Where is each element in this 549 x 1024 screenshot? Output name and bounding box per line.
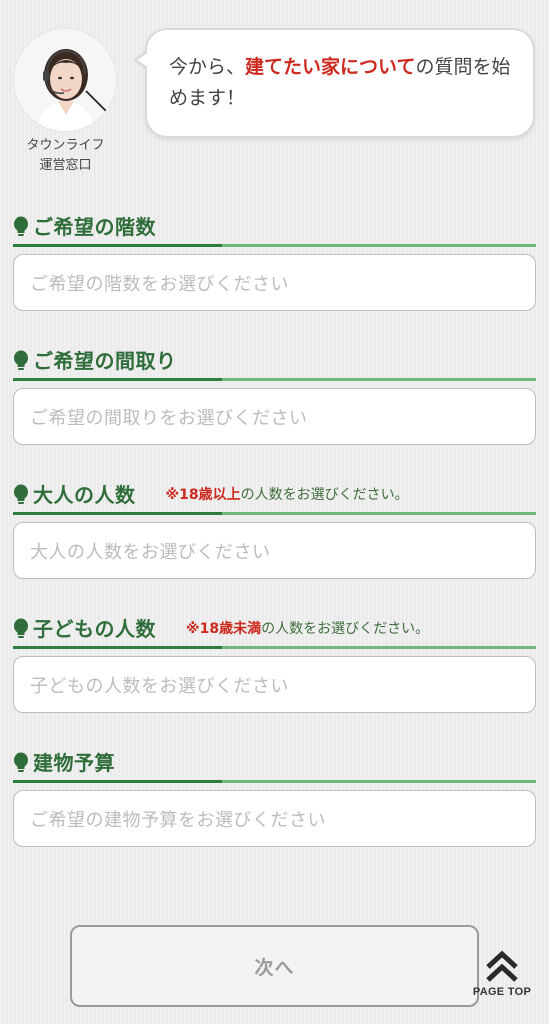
- floors-select[interactable]: ご希望の階数をお選びください: [13, 254, 536, 311]
- layout-select-placeholder: ご希望の間取りをお選びください: [30, 407, 308, 429]
- operator-photo: [14, 29, 116, 131]
- double-chevron-up-icon: [486, 950, 518, 982]
- lightbulb-icon: [14, 484, 28, 504]
- layout-select[interactable]: ご希望の間取りをお選びください: [13, 388, 536, 445]
- budget-select[interactable]: ご希望の建物予算をお選びください: [13, 790, 536, 847]
- operator-avatar: [13, 28, 117, 132]
- operator-name-line2: 運営窓口: [39, 158, 92, 173]
- operator-card: タウンライフ 運営窓口: [13, 28, 118, 176]
- note-rest-children: の人数をお選びください。: [261, 621, 430, 637]
- section-title-floors: ご希望の階数: [33, 215, 156, 239]
- section-floors: ご希望の階数 ご希望の階数をお選びください: [13, 210, 536, 311]
- section-note-adults: ※18歳以上の人数をお選びください。: [166, 482, 409, 508]
- children-select[interactable]: 子どもの人数をお選びください: [13, 656, 536, 713]
- note-red-adults: ※18歳以上: [165, 487, 241, 503]
- section-adults: 大人の人数 ※18歳以上の人数をお選びください。 大人の人数をお選びください: [13, 478, 536, 579]
- note-rest-adults: の人数をお選びください。: [240, 487, 409, 503]
- lightbulb-icon: [14, 216, 28, 236]
- speech-bubble: 今から、建てたい家についての質問を始めます！: [133, 28, 535, 138]
- section-title-children: 子どもの人数: [33, 617, 156, 641]
- section-title-budget: 建物予算: [33, 751, 115, 775]
- section-divider: [13, 378, 536, 381]
- bubble-text-before: 今から、: [169, 56, 246, 78]
- lightbulb-icon: [14, 350, 28, 370]
- section-title-layout: ご希望の間取り: [33, 349, 177, 373]
- lightbulb-icon: [14, 618, 28, 638]
- next-button[interactable]: 次へ: [70, 925, 479, 1007]
- operator-name-line1: タウンライフ: [26, 138, 105, 153]
- section-children: 子どもの人数 ※18歳未満の人数をお選びください。 子どもの人数をお選びください: [13, 612, 536, 713]
- section-note-children: ※18歳未満の人数をお選びください。: [186, 616, 429, 642]
- section-title-adults: 大人の人数: [33, 483, 136, 507]
- note-red-children: ※18歳未満: [186, 621, 262, 637]
- section-layout: ご希望の間取り ご希望の間取りをお選びください: [13, 344, 536, 445]
- page-top-label: PAGE TOP: [472, 986, 532, 998]
- section-divider: [13, 512, 536, 515]
- section-budget: 建物予算 ご希望の建物予算をお選びください: [13, 746, 536, 847]
- section-divider: [13, 646, 536, 649]
- adults-select-placeholder: 大人の人数をお選びください: [30, 541, 271, 563]
- operator-name: タウンライフ 運営窓口: [13, 136, 118, 176]
- children-select-placeholder: 子どもの人数をお選びください: [30, 675, 289, 697]
- bubble-text-highlight: 建てたい家について: [245, 56, 416, 78]
- lightbulb-icon: [14, 752, 28, 772]
- adults-select[interactable]: 大人の人数をお選びください: [13, 522, 536, 579]
- section-divider: [13, 244, 536, 247]
- budget-select-placeholder: ご希望の建物予算をお選びください: [30, 809, 326, 831]
- page-top-button[interactable]: PAGE TOP: [466, 950, 538, 1006]
- section-divider: [13, 780, 536, 783]
- floors-select-placeholder: ご希望の階数をお選びください: [30, 273, 289, 295]
- next-button-label: 次へ: [254, 956, 295, 979]
